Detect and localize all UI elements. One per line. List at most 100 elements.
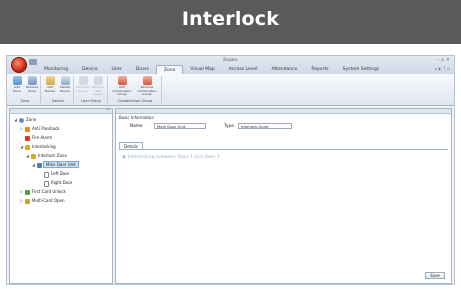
basic-information-heading: Basic Information — [119, 115, 155, 120]
window-controls[interactable]: – ▫ × — [437, 57, 450, 63]
add-user-group-button[interactable]: Add User Group — [76, 76, 90, 93]
tree-node-multi-card-open[interactable]: ▷ Multi-Card Open — [10, 197, 112, 206]
door-icon — [44, 181, 49, 187]
remove-user-group-button[interactable]: Remove User Group — [91, 76, 105, 97]
interlocking-description: ◉ Interlocking between Door 1 and Door 2 — [122, 155, 220, 160]
banner-title: Interlock — [181, 8, 280, 30]
tree-node-main-door-unit[interactable]: ◢ Main Door Unit — [10, 161, 112, 170]
group-label-user-group: User Group — [81, 99, 101, 103]
ribbon-separator — [40, 76, 41, 103]
group-label-zone: Zone — [20, 99, 30, 103]
name-label: Name — [130, 124, 143, 129]
detail-panel-header — [116, 109, 451, 114]
remove-zone-button[interactable]: Remove Zone — [25, 76, 39, 93]
add-user-group-label: Add User Group — [76, 85, 90, 93]
tree-node-interlock-zone[interactable]: ◢ Interlock Zone — [10, 152, 112, 161]
tree-node-interlocking[interactable]: ◢ Interlocking — [10, 143, 112, 152]
tree-node-first-card-unlock[interactable]: ▷ First Card Unlock — [10, 188, 112, 197]
collapse-icon[interactable]: ◢ — [20, 144, 23, 149]
add-device-label: Add Device — [44, 85, 56, 93]
group-label-device: Device — [52, 99, 64, 103]
tree-node-label: Interlock Zone — [38, 153, 67, 158]
ribbon-panel: Add Zone Remove Zone Add Device Delete D… — [7, 74, 454, 106]
tab-doors[interactable]: Doors — [129, 65, 156, 74]
remove-combination-group-button[interactable]: Remove Combination Group — [135, 76, 159, 97]
add-zone-icon — [12, 76, 22, 85]
tree-node-left-door[interactable]: Left Door — [10, 170, 112, 179]
door-unit-icon — [37, 163, 42, 168]
details-divider — [119, 149, 448, 150]
zone-tree: ◢ Zone ▷ Anti Passback Fire Alarm ◢ Inte… — [10, 116, 112, 206]
expand-icon[interactable]: ▷ — [20, 198, 23, 203]
anti-passback-icon — [25, 127, 30, 132]
tab-monitoring[interactable]: Monitoring — [37, 65, 75, 74]
ribbon-separator — [161, 76, 162, 103]
fire-alarm-icon — [25, 136, 30, 141]
name-field[interactable]: Main Door Unit — [154, 123, 206, 129]
zone-tree-panel: ⊣ ◢ Zone ▷ Anti Passback Fire Alarm ◢ In… — [9, 107, 113, 284]
tab-visual-map[interactable]: Visual Map — [183, 65, 221, 74]
cards-icon — [25, 199, 30, 204]
remove-zone-icon — [27, 76, 37, 85]
title-banner: Interlock — [0, 0, 461, 44]
add-combination-group-label: Add Combination Group — [112, 85, 132, 96]
collapse-icon[interactable]: ◢ — [26, 153, 29, 158]
delete-device-icon — [60, 76, 70, 85]
tree-node-label: Zone — [26, 117, 37, 122]
collapse-icon[interactable]: ◢ — [14, 117, 17, 122]
app-title: Enpass — [223, 57, 238, 62]
interlocking-icon — [25, 145, 30, 150]
interlock-zone-icon — [31, 154, 36, 159]
tree-node-right-door[interactable]: Right Door — [10, 179, 112, 188]
remove-user-group-label: Remove User Group — [91, 85, 105, 96]
remove-combination-group-icon — [142, 76, 152, 85]
tree-node-label: Anti Passback — [32, 126, 60, 131]
add-user-group-icon — [78, 76, 88, 85]
pin-icon[interactable]: ⊣ — [105, 107, 109, 113]
globe-icon — [19, 118, 24, 123]
tree-node-label: Main Door Unit — [43, 161, 79, 168]
tree-node-anti-passback[interactable]: ▷ Anti Passback — [10, 125, 112, 134]
interlocking-description-text: Interlocking between Door 1 and Door 2 — [127, 155, 220, 160]
ribbon-controls[interactable]: ⌂ ◐ ? × — [435, 66, 450, 71]
add-zone-button[interactable]: Add Zone — [10, 76, 24, 93]
add-combination-group-button[interactable]: Add Combination Group — [111, 76, 133, 97]
detail-panel: Basic Information Name Main Door Unit Ty… — [115, 108, 452, 284]
add-combination-group-icon — [117, 76, 127, 85]
tab-access-level[interactable]: Access Level — [222, 65, 265, 74]
remove-zone-label: Remove Zone — [25, 85, 39, 93]
save-button[interactable]: Save — [425, 272, 445, 279]
tree-node-label: Fire Alarm — [32, 135, 53, 140]
add-zone-label: Add Zone — [13, 85, 21, 93]
tree-node-fire-alarm[interactable]: Fire Alarm — [10, 134, 112, 143]
delete-device-button[interactable]: Delete Device — [58, 76, 72, 93]
tab-reports[interactable]: Reports — [304, 65, 335, 74]
add-device-icon — [45, 76, 55, 85]
delete-device-label: Delete Device — [59, 85, 71, 93]
add-device-button[interactable]: Add Device — [43, 76, 57, 93]
door-icon — [44, 172, 49, 178]
tree-panel-header: ⊣ — [10, 107, 112, 114]
tab-device[interactable]: Device — [75, 65, 104, 74]
tree-node-label: Multi-Card Open — [32, 198, 65, 203]
remove-user-group-icon — [93, 76, 103, 85]
type-label: Type — [224, 124, 234, 129]
ribbon-tabs: Monitoring Device User Doors Zone Visual… — [37, 65, 387, 75]
expand-icon[interactable]: ▷ — [20, 189, 23, 194]
card-icon — [25, 190, 30, 195]
tree-node-label: Left Door — [51, 171, 70, 176]
tab-system-settings[interactable]: System Settings — [336, 65, 387, 74]
expand-icon[interactable]: ▷ — [20, 126, 23, 131]
tab-attendance[interactable]: Attendance — [264, 65, 304, 74]
collapse-icon[interactable]: ◢ — [32, 162, 35, 167]
ribbon-tab-bar: Enpass – ▫ × Monitoring Device User Door… — [7, 56, 454, 75]
group-label-combination-group: Combination Group — [117, 99, 153, 103]
tree-node-zone[interactable]: ◢ Zone — [10, 116, 112, 125]
type-field[interactable]: Interlock Zone — [238, 123, 292, 129]
tree-node-label: Right Door — [51, 180, 73, 185]
remove-combination-group-label: Remove Combination Group — [137, 85, 157, 96]
tab-user[interactable]: User — [104, 65, 128, 74]
app-window: Enpass – ▫ × Monitoring Device User Door… — [6, 55, 455, 285]
tree-node-label: First Card Unlock — [32, 189, 66, 194]
tree-node-label: Interlocking — [32, 144, 56, 149]
